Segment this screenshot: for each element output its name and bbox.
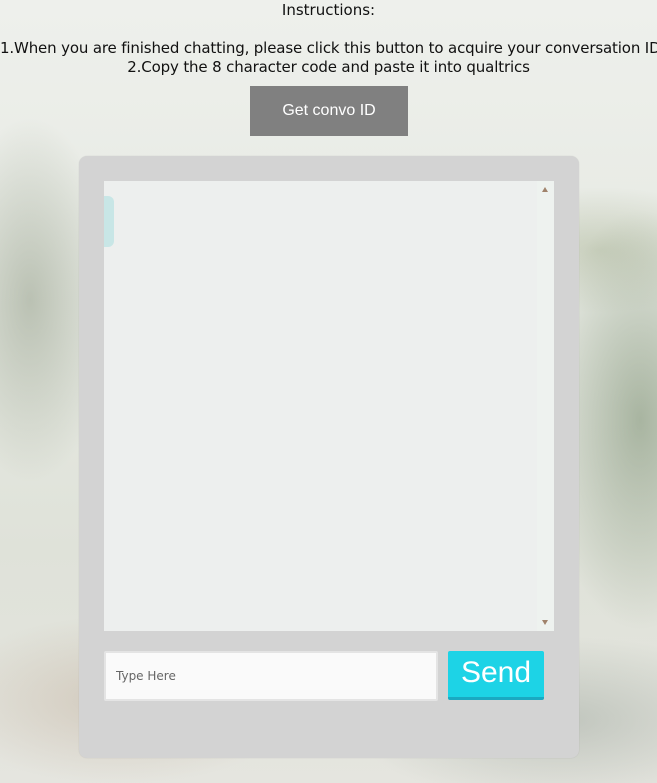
- chat-log[interactable]: [104, 181, 554, 631]
- get-convo-id-button[interactable]: Get convo ID: [250, 86, 408, 136]
- instructions-title: Instructions:: [281, 1, 376, 19]
- message-bubble: [104, 196, 114, 247]
- chat-panel: Send: [79, 156, 579, 758]
- message-input[interactable]: [104, 651, 438, 701]
- instructions-block: Instructions: 1.When you are finished ch…: [0, 0, 657, 77]
- chat-scrollbar[interactable]: [537, 181, 554, 631]
- scroll-down-arrow-icon[interactable]: [542, 620, 548, 625]
- instruction-step-2: 2.Copy the 8 character code and paste it…: [127, 58, 530, 76]
- send-button[interactable]: Send: [448, 651, 544, 700]
- scroll-up-arrow-icon[interactable]: [542, 187, 548, 192]
- instruction-step-1: 1.When you are finished chatting, please…: [0, 39, 657, 57]
